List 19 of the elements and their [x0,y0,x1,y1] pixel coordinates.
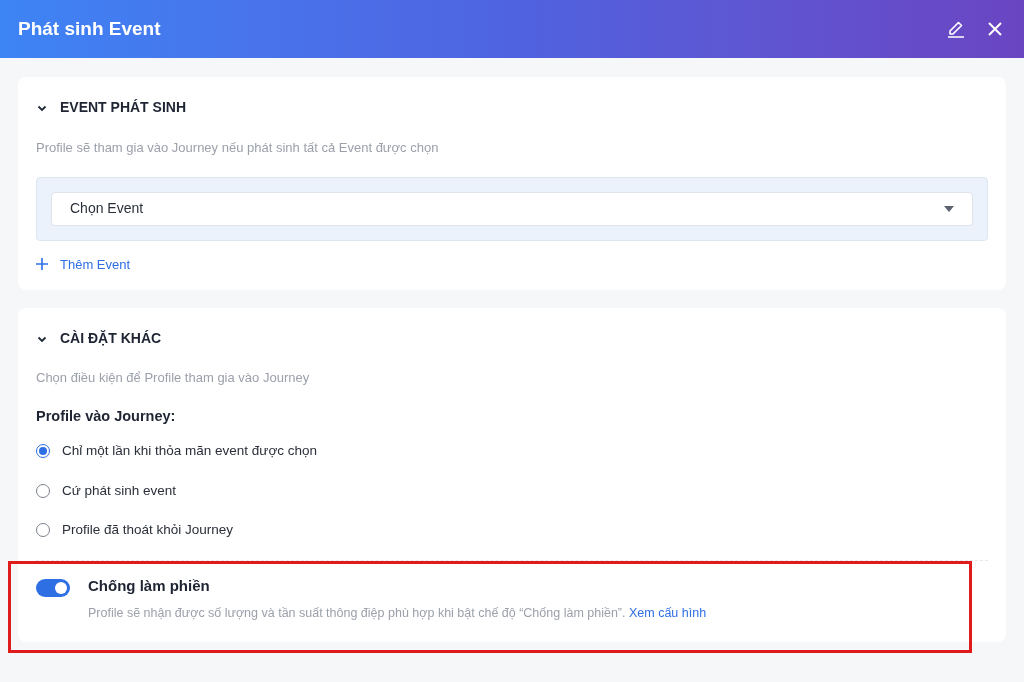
radio-label: Chỉ một lần khi thỏa mãn event được chọn [62,442,318,461]
toggle-label: Chống làm phiền [88,576,211,596]
section-description: Profile sẽ tham gia vào Journey nếu phát sinh tất cả Event được chọn [36,139,440,157]
add-event-button[interactable]: Thêm Event [36,254,131,274]
section-description: Chọn điều kiện để Profile tham gia vào Journey [36,369,311,387]
toggle-switch[interactable] [36,579,70,597]
caret-icon [944,205,954,212]
window-title: Phát sinh Event [18,16,161,41]
toggle-description: Profile sẽ nhận được số lượng và tần suất thông điệp phù hợp khi bật chế độ “Chống làm phiền”. Xem cấu hình [88,604,707,622]
radio-label: Cứ phát sinh event [62,481,177,500]
group-label: Profile vào Journey: [36,406,177,426]
radio-label: Profile đã thoát khỏi Journey [62,520,234,539]
close-icon[interactable] [986,20,1004,38]
section-title: EVENT PHÁT SINH [60,98,186,117]
section-title: CÀI ĐẶT KHÁC [60,329,162,348]
plus-icon [36,258,48,271]
pencil-icon[interactable] [946,19,966,39]
event-select[interactable]: Chọn Event [51,191,973,226]
config-link[interactable]: Xem cấu hình [629,605,707,620]
